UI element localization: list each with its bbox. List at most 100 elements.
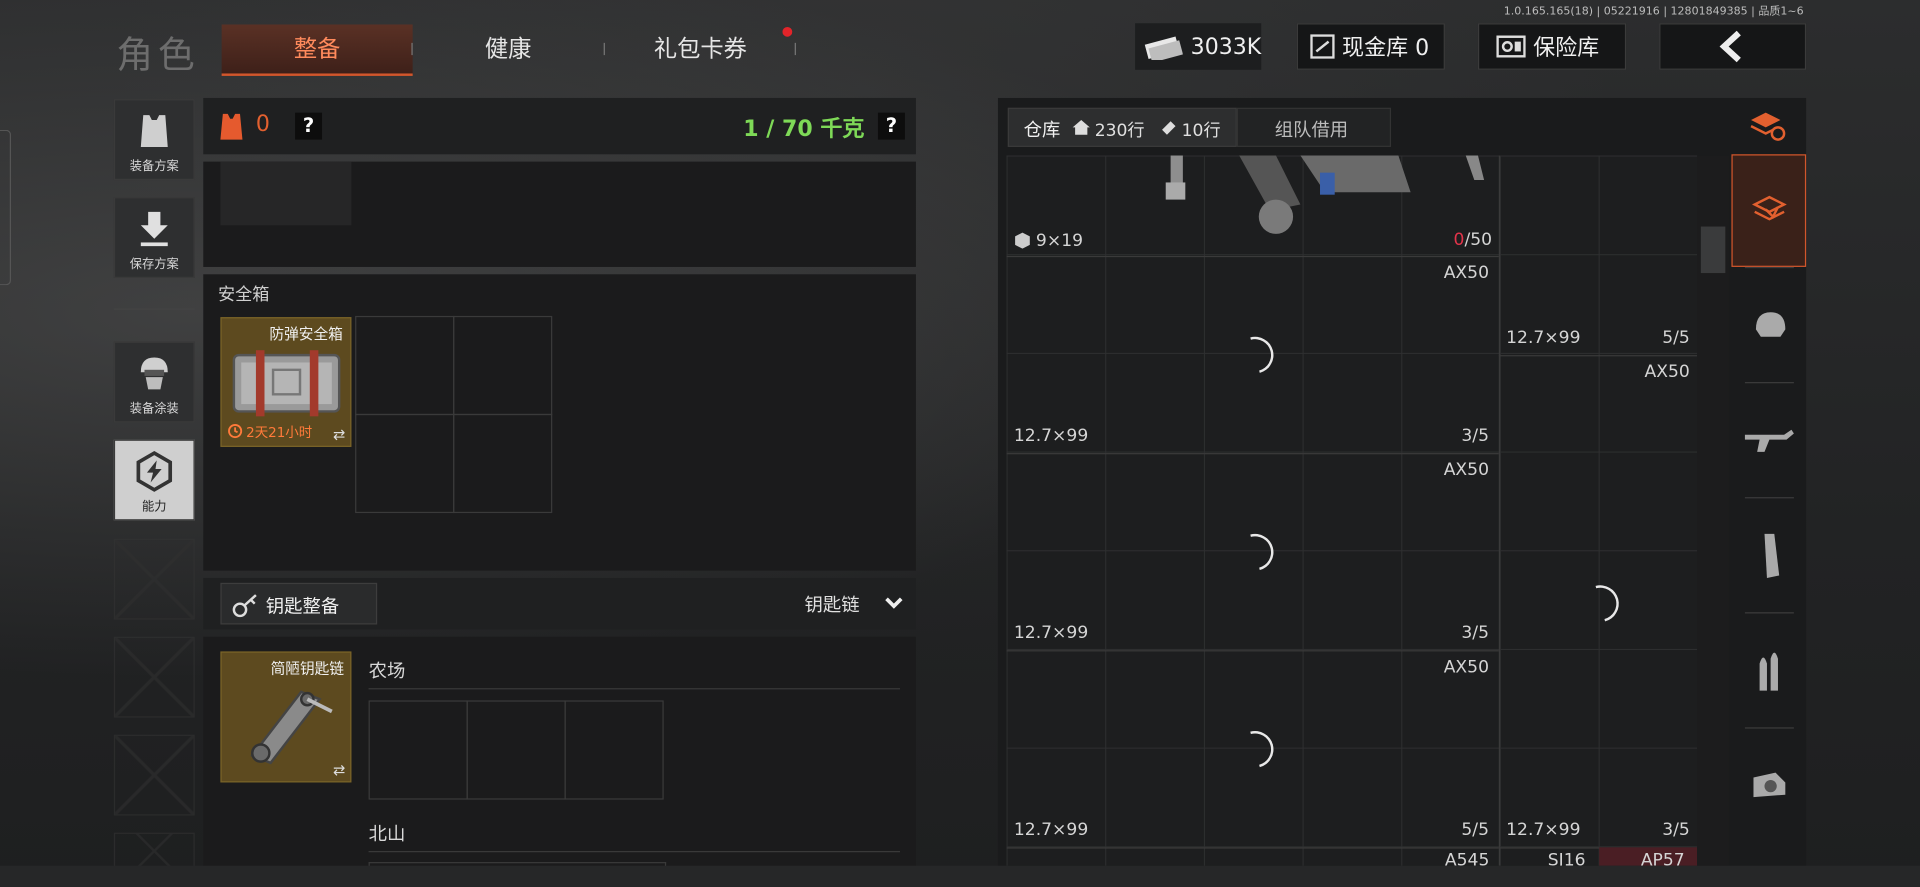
magazine-icon <box>1763 533 1779 578</box>
count: 5/5 <box>1662 328 1690 348</box>
tab-label: 整备 <box>293 35 341 63</box>
page-title: 角色 <box>116 34 200 78</box>
count-red: 0 <box>1453 230 1465 250</box>
ammo-item[interactable]: AX50 12.7×99 3/5 <box>1006 256 1499 455</box>
divider <box>1744 266 1794 269</box>
vest-icon <box>140 115 168 147</box>
bottom-bar <box>0 865 1920 887</box>
safebox-slot[interactable] <box>453 315 553 416</box>
empty-slot <box>113 832 195 870</box>
weight-help-button[interactable]: ? <box>877 112 905 140</box>
key-slot[interactable] <box>368 700 468 800</box>
sidebar-item-ability[interactable]: 能力 <box>113 439 195 521</box>
highlight-cell[interactable]: AP57 <box>1599 847 1698 866</box>
item-name: AX50 <box>1443 657 1489 678</box>
key-slot[interactable] <box>564 700 664 800</box>
category-tab-gear[interactable] <box>1731 269 1806 382</box>
keychain-icon <box>250 690 333 765</box>
caliber: 9×19 <box>1035 231 1084 252</box>
soldier-helmet-icon <box>140 357 168 390</box>
ammo-item[interactable]: AX50 12.7×99 5/5 <box>1006 650 1499 849</box>
chevron-down-icon[interactable] <box>884 596 904 611</box>
sidebar-item-label: 能力 <box>142 500 167 515</box>
divider <box>1744 612 1794 614</box>
key-section-title: 农场 <box>368 660 406 683</box>
sidebar-item-save-plan[interactable]: 保存方案 <box>113 197 195 278</box>
vault-icon <box>1310 34 1335 59</box>
category-tab-all[interactable] <box>1731 154 1807 267</box>
armor-icon <box>220 113 243 140</box>
ammo-item[interactable]: 12.7×99 5/5 <box>1498 256 1698 357</box>
help-button[interactable]: ? <box>295 112 323 140</box>
item-name: AX50 <box>1443 460 1489 481</box>
version-text: 1.0.165.165(18) | 05221916 | 12801849385… <box>1503 6 1804 19</box>
safe-vault-button[interactable]: 保险库 <box>1477 23 1627 70</box>
tab-health[interactable]: 健康 <box>413 24 604 73</box>
warehouse-tab[interactable]: 仓库 230行 10行 <box>1007 107 1237 147</box>
ammo-item[interactable]: AX50 12.7×99 3/5 <box>1006 453 1499 652</box>
sidebar-divider <box>113 308 195 310</box>
divider <box>1744 382 1794 384</box>
weapon-cell[interactable]: 9×19 0 /50 <box>1006 155 1499 258</box>
layers-refresh-icon <box>1750 112 1786 141</box>
count: 3/5 <box>1461 623 1489 643</box>
tab-equipment[interactable]: 整备 <box>221 24 413 76</box>
weapon-icon <box>1165 155 1485 234</box>
divider <box>1744 727 1794 729</box>
left-edge-handle[interactable] <box>0 129 12 286</box>
armor-count: 0 <box>255 111 270 138</box>
safebox-title: 安全箱 <box>217 285 270 305</box>
category-tab-attachments[interactable] <box>1731 730 1806 843</box>
keychain-item[interactable]: 简陋钥匙链 ⇄ <box>220 651 352 783</box>
clock-icon <box>228 423 243 439</box>
divider <box>368 688 901 690</box>
team-borrow-label: 组队借用 <box>1274 118 1349 141</box>
item-timer: 2天21小时 <box>246 424 313 441</box>
ticket-icon <box>1162 121 1176 135</box>
chevron-left-icon <box>1719 30 1741 63</box>
caliber: 12.7×99 <box>1013 820 1089 841</box>
swap-icon[interactable]: ⇄ <box>333 426 345 443</box>
home-icon <box>1072 120 1090 135</box>
loading-icon <box>1230 330 1281 381</box>
ammo-item[interactable]: AX50 12.7×99 3/5 <box>1498 355 1698 849</box>
lightning-hex-icon <box>136 450 173 492</box>
rows-count-2: 10行 <box>1181 121 1221 141</box>
count: /50 <box>1464 230 1493 250</box>
tab-label: 礼包卡券 <box>653 35 747 63</box>
layers-icon <box>1751 195 1787 221</box>
rifle-icon <box>1744 429 1794 452</box>
safebox-item[interactable]: 防弹安全箱 2天21小时 ⇄ <box>220 317 352 447</box>
item-name: 简陋钥匙链 <box>270 660 345 678</box>
key-loadout-button[interactable]: 钥匙整备 <box>220 582 378 625</box>
warehouse-label: 仓库 <box>1023 118 1061 141</box>
safebox-slot[interactable] <box>355 413 455 514</box>
empty-slot <box>113 636 195 718</box>
currency-display[interactable]: 3033K <box>1135 23 1262 70</box>
scrollbar-thumb[interactable] <box>1700 226 1726 274</box>
keychain-dropdown[interactable]: 钥匙链 <box>804 591 859 617</box>
key-slot[interactable] <box>466 700 566 800</box>
divider <box>1744 497 1794 499</box>
loading-icon <box>1230 724 1281 775</box>
sidebar-item-loadout-plan[interactable]: 装备方案 <box>113 99 195 181</box>
category-tab-ammo[interactable] <box>1731 615 1806 728</box>
tab-gift-vouchers[interactable]: 礼包卡券 <box>605 24 796 73</box>
category-tab-weapons[interactable] <box>1731 384 1806 497</box>
safebox-slot[interactable] <box>453 413 553 514</box>
sidebar-item-gear-skin[interactable]: 装备涂装 <box>113 341 195 423</box>
team-borrow-tab[interactable]: 组队借用 <box>1236 107 1392 147</box>
scrollbar-track[interactable] <box>1697 155 1729 866</box>
category-tab-magazines[interactable] <box>1731 500 1806 613</box>
safebox-slot[interactable] <box>355 315 455 416</box>
item-slot[interactable] <box>220 161 352 226</box>
cash-vault-label: 现金库 0 <box>1342 35 1430 62</box>
sort-button[interactable] <box>1749 110 1788 147</box>
cash-vault-button[interactable]: 现金库 0 <box>1296 23 1445 70</box>
key-header: 钥匙整备 钥匙链 <box>203 577 916 630</box>
caliber: 12.7×99 <box>1013 623 1089 643</box>
count: 3/5 <box>1662 820 1690 841</box>
swap-icon[interactable]: ⇄ <box>333 762 345 779</box>
back-button[interactable] <box>1659 23 1807 70</box>
caliber: 12.7×99 <box>1013 426 1089 446</box>
